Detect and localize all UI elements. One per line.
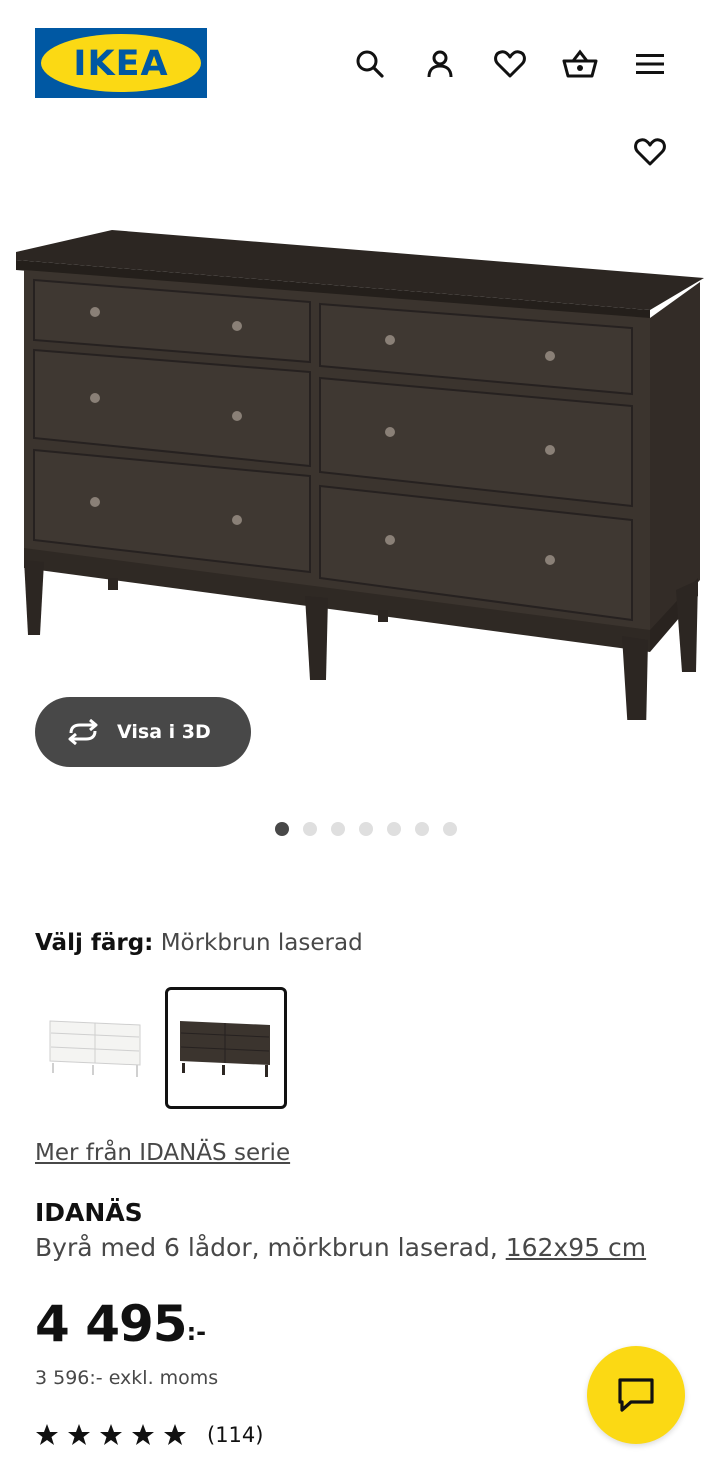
chat-button[interactable] [587,1346,685,1444]
gallery-dot-6[interactable] [415,822,429,836]
logo-mark: IKEA [41,34,201,92]
price-suffix: :- [186,1318,207,1346]
star-icon [68,1424,90,1445]
color-choice-label: Välj färg: Mörkbrun laserad [35,930,363,956]
search-icon[interactable] [350,44,390,84]
star-icon [164,1424,186,1445]
product-measurement-link[interactable]: 162x95 cm [506,1233,646,1262]
gallery-dot-7[interactable] [443,822,457,836]
gallery-dot-5[interactable] [387,822,401,836]
favourites-icon[interactable] [490,44,530,84]
product-price: 4 495 :- [35,1294,206,1354]
profile-icon[interactable] [420,44,460,84]
product-description: Byrå med 6 lådor, mörkbrun laserad, 162x… [35,1233,646,1262]
header: IKEA [0,0,720,120]
price-excl-vat: 3 596:- exkl. moms [35,1367,219,1389]
color-choice-value: Mörkbrun laserad [160,930,363,956]
star-icon [132,1424,154,1445]
ikea-logo[interactable]: IKEA [35,28,207,98]
color-choice-title: Välj färg: [35,930,154,956]
view-in-3d-button[interactable]: Visa i 3D [35,697,251,767]
product-gallery[interactable]: Visa i 3D [0,120,720,880]
product-image-dresser [16,230,704,720]
gallery-dot-1[interactable] [275,822,289,836]
cart-icon[interactable] [560,44,600,84]
white-dresser-thumbnail [49,1020,141,1077]
gallery-dot-4[interactable] [359,822,373,836]
color-option-white[interactable] [35,987,157,1109]
price-amount: 4 495 [35,1295,188,1353]
logo-text: IKEA [73,44,168,84]
gallery-dot-3[interactable] [331,822,345,836]
star-icon [36,1424,58,1445]
dark-brown-dresser-thumbnail [180,1021,270,1077]
color-option-dark-brown[interactable] [165,987,287,1109]
review-count: (114) [207,1423,264,1447]
gallery-pagination [0,822,720,836]
gallery-dot-2[interactable] [303,822,317,836]
series-link[interactable]: Mer från IDANÄS serie [35,1140,290,1166]
product-description-text: Byrå med 6 lådor, mörkbrun laserad, [35,1233,506,1262]
product-rating[interactable]: (114) [35,1423,263,1447]
rotate-icon [68,719,98,745]
rating-stars [35,1423,187,1447]
view-in-3d-label: Visa i 3D [117,721,211,743]
menu-icon[interactable] [630,44,670,84]
chat-icon [618,1378,654,1412]
star-icon [100,1424,122,1445]
product-name: IDANÄS [35,1198,143,1227]
